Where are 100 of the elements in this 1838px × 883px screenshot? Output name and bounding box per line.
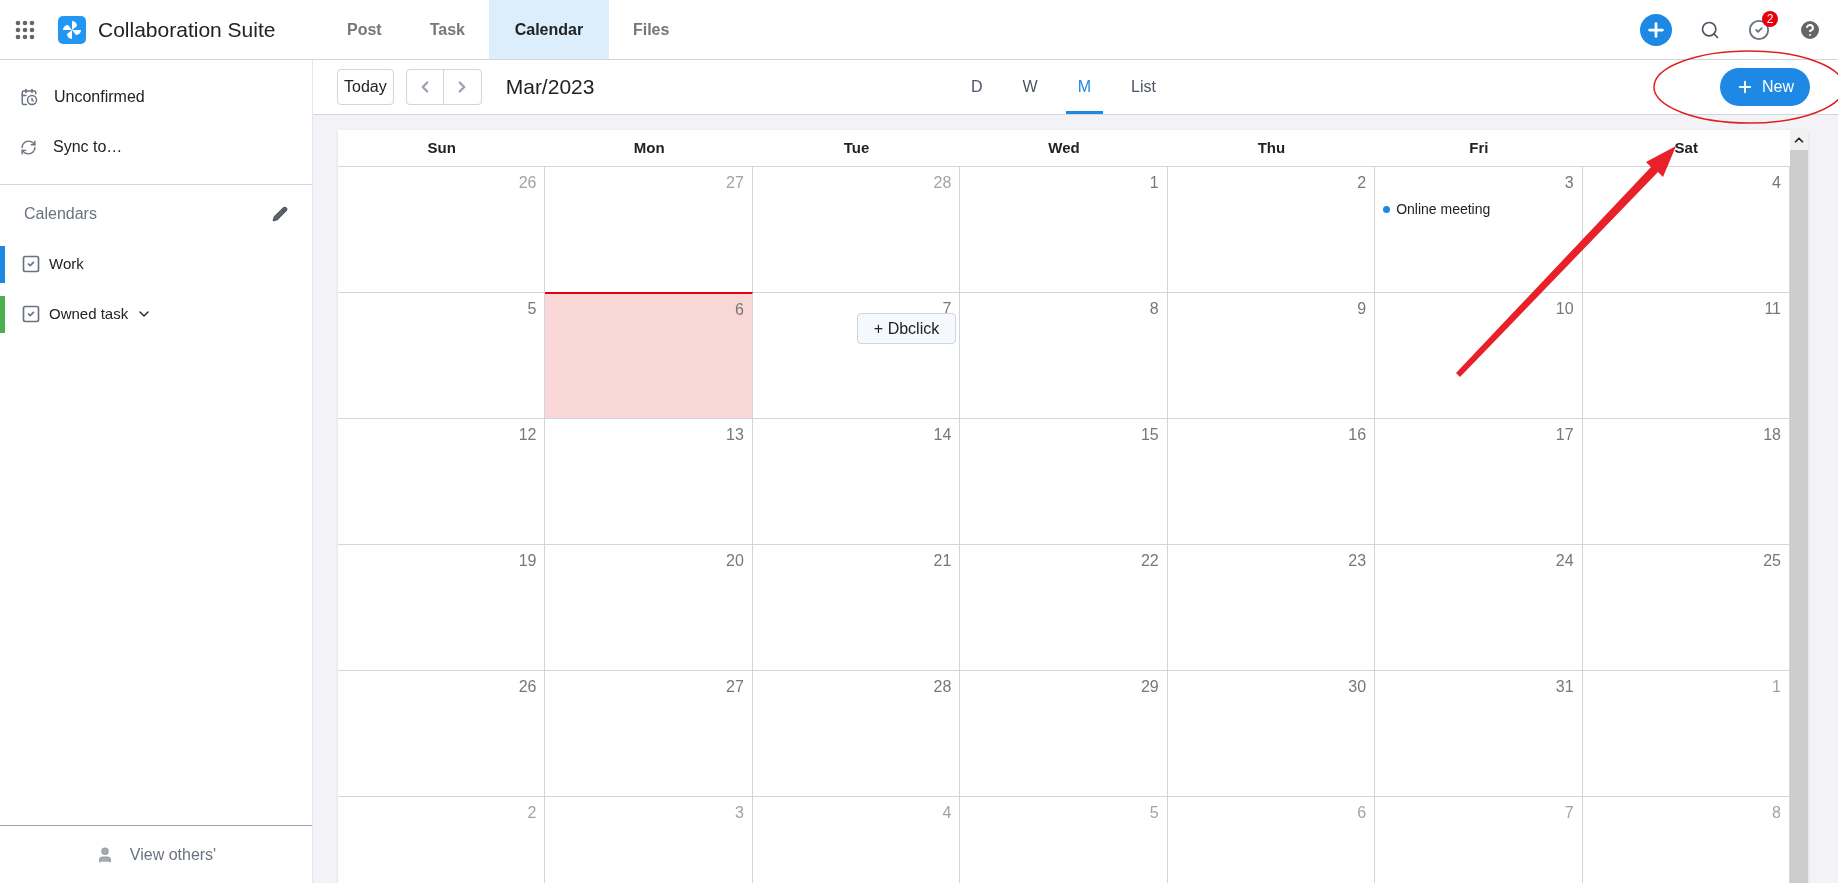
checkbox-checked-icon[interactable] — [21, 254, 41, 274]
day-number: 3 — [734, 803, 744, 823]
weekday-header: Fri — [1468, 137, 1490, 158]
day-cell[interactable]: 1 — [960, 167, 1168, 292]
day-cell[interactable]: 6 — [545, 292, 753, 418]
day-number: 23 — [1348, 551, 1367, 571]
day-cell[interactable]: 26 — [338, 671, 546, 796]
day-number: 6 — [1357, 803, 1367, 823]
day-cell[interactable]: 16 — [1167, 419, 1376, 544]
day-cell[interactable]: 5 — [960, 797, 1168, 883]
view-tab[interactable]: D — [959, 60, 995, 114]
day-number: 3 — [1564, 173, 1574, 193]
day-number: 20 — [726, 551, 744, 571]
nav-tab[interactable]: Post — [323, 0, 406, 59]
day-cell[interactable]: 19 — [338, 545, 546, 670]
day-number: 13 — [726, 425, 744, 445]
day-cell[interactable]: 17 — [1375, 419, 1583, 544]
day-number: 27 — [726, 173, 744, 193]
calendar-question-icon — [20, 88, 38, 106]
day-cell[interactable]: 24 — [1375, 545, 1583, 670]
day-cell[interactable]: 31 — [1375, 671, 1583, 796]
day-number: 4 — [1772, 173, 1781, 193]
nav-tab[interactable]: Files — [608, 0, 694, 59]
day-cell[interactable]: 28 — [752, 671, 961, 796]
weekday-header: Thu — [1256, 137, 1287, 158]
edit-icon[interactable] — [272, 206, 288, 222]
day-cell[interactable]: 22 — [960, 545, 1168, 670]
calendar-event[interactable]: Online meeting — [1383, 199, 1491, 220]
sync-icon — [20, 138, 37, 156]
day-number: 26 — [518, 173, 537, 193]
day-cell[interactable]: 2 — [338, 797, 546, 883]
day-cell[interactable]: 8 — [960, 293, 1168, 418]
day-number: 2 — [527, 803, 537, 823]
day-cell[interactable]: 4 — [752, 797, 961, 883]
view-tab[interactable]: W — [1010, 60, 1050, 114]
day-number: 28 — [933, 677, 952, 697]
day-number: 4 — [942, 803, 952, 823]
day-number: 21 — [933, 551, 952, 571]
day-number: 5 — [527, 299, 537, 319]
nav-tab[interactable]: Task — [405, 0, 489, 59]
day-number: 26 — [518, 677, 537, 697]
day-cell[interactable]: 28 — [752, 167, 961, 292]
nav-tab[interactable]: Calendar — [488, 0, 609, 59]
calendar-item[interactable]: Work — [0, 239, 312, 289]
calendars-heading: Calendars — [24, 204, 97, 224]
day-cell[interactable]: 13 — [545, 419, 753, 544]
new-button[interactable]: New — [1720, 68, 1810, 106]
calendar-name: Work — [49, 253, 84, 274]
notification-badge: 2 — [1762, 10, 1778, 27]
day-cell[interactable]: 9 — [1167, 293, 1376, 418]
day-number: 18 — [1763, 425, 1781, 445]
search-icon[interactable] — [1700, 19, 1720, 40]
view-tab[interactable]: List — [1119, 60, 1168, 114]
day-number: 1 — [1149, 173, 1159, 193]
day-cell[interactable]: 30 — [1167, 671, 1376, 796]
day-number: 24 — [1555, 551, 1574, 571]
day-number: 5 — [1149, 803, 1159, 823]
day-number: 1 — [1772, 677, 1781, 697]
day-number: 31 — [1555, 677, 1574, 697]
checkbox-checked-icon[interactable] — [21, 304, 41, 324]
sidebar-item[interactable]: Unconfirmed — [0, 72, 312, 122]
day-cell[interactable]: 26 — [338, 167, 546, 292]
app-title: Collaboration Suite — [98, 16, 276, 43]
day-cell[interactable]: 14 — [752, 419, 961, 544]
day-cell[interactable]: 12 — [338, 419, 546, 544]
day-cell[interactable]: 6 — [1167, 797, 1376, 883]
day-number: 15 — [1140, 425, 1159, 445]
view-others-link[interactable]: View others' — [129, 842, 217, 867]
day-number: 27 — [726, 677, 744, 697]
day-cell[interactable]: 7 — [1375, 797, 1583, 883]
add-button[interactable] — [1640, 13, 1672, 46]
day-number: 29 — [1140, 677, 1159, 697]
day-cell[interactable]: 3 — [545, 797, 753, 883]
period-label: Mar/2023 — [505, 74, 595, 101]
day-number: 25 — [1763, 551, 1781, 571]
day-number: 8 — [1149, 299, 1159, 319]
day-cell[interactable]: 29 — [960, 671, 1168, 796]
day-cell[interactable]: 20 — [545, 545, 753, 670]
scrollbar[interactable] — [1790, 130, 1808, 883]
weekday-header: Wed — [1047, 137, 1081, 158]
day-cell[interactable]: 2 — [1167, 167, 1376, 292]
apps-grid-icon[interactable] — [15, 19, 35, 40]
calendar-item[interactable]: Owned task — [0, 289, 312, 339]
weekday-header: Sun — [426, 137, 457, 158]
day-number: 22 — [1140, 551, 1159, 571]
day-number: 6 — [734, 300, 744, 320]
day-cell[interactable]: 27 — [545, 671, 753, 796]
day-number: 9 — [1357, 299, 1367, 319]
today-button[interactable]: Today — [337, 69, 394, 105]
day-number: 7 — [1564, 803, 1574, 823]
pinwheel-logo-icon — [58, 15, 86, 44]
view-tab[interactable]: M — [1065, 60, 1103, 114]
sidebar-item[interactable]: Sync to… — [0, 122, 312, 172]
weekday-header: Tue — [842, 137, 871, 158]
day-number: 14 — [933, 425, 952, 445]
day-number: 30 — [1348, 677, 1367, 697]
day-cell[interactable]: 21 — [752, 545, 961, 670]
day-cell[interactable]: 15 — [960, 419, 1168, 544]
day-cell[interactable]: 23 — [1167, 545, 1376, 670]
day-number: 28 — [933, 173, 952, 193]
